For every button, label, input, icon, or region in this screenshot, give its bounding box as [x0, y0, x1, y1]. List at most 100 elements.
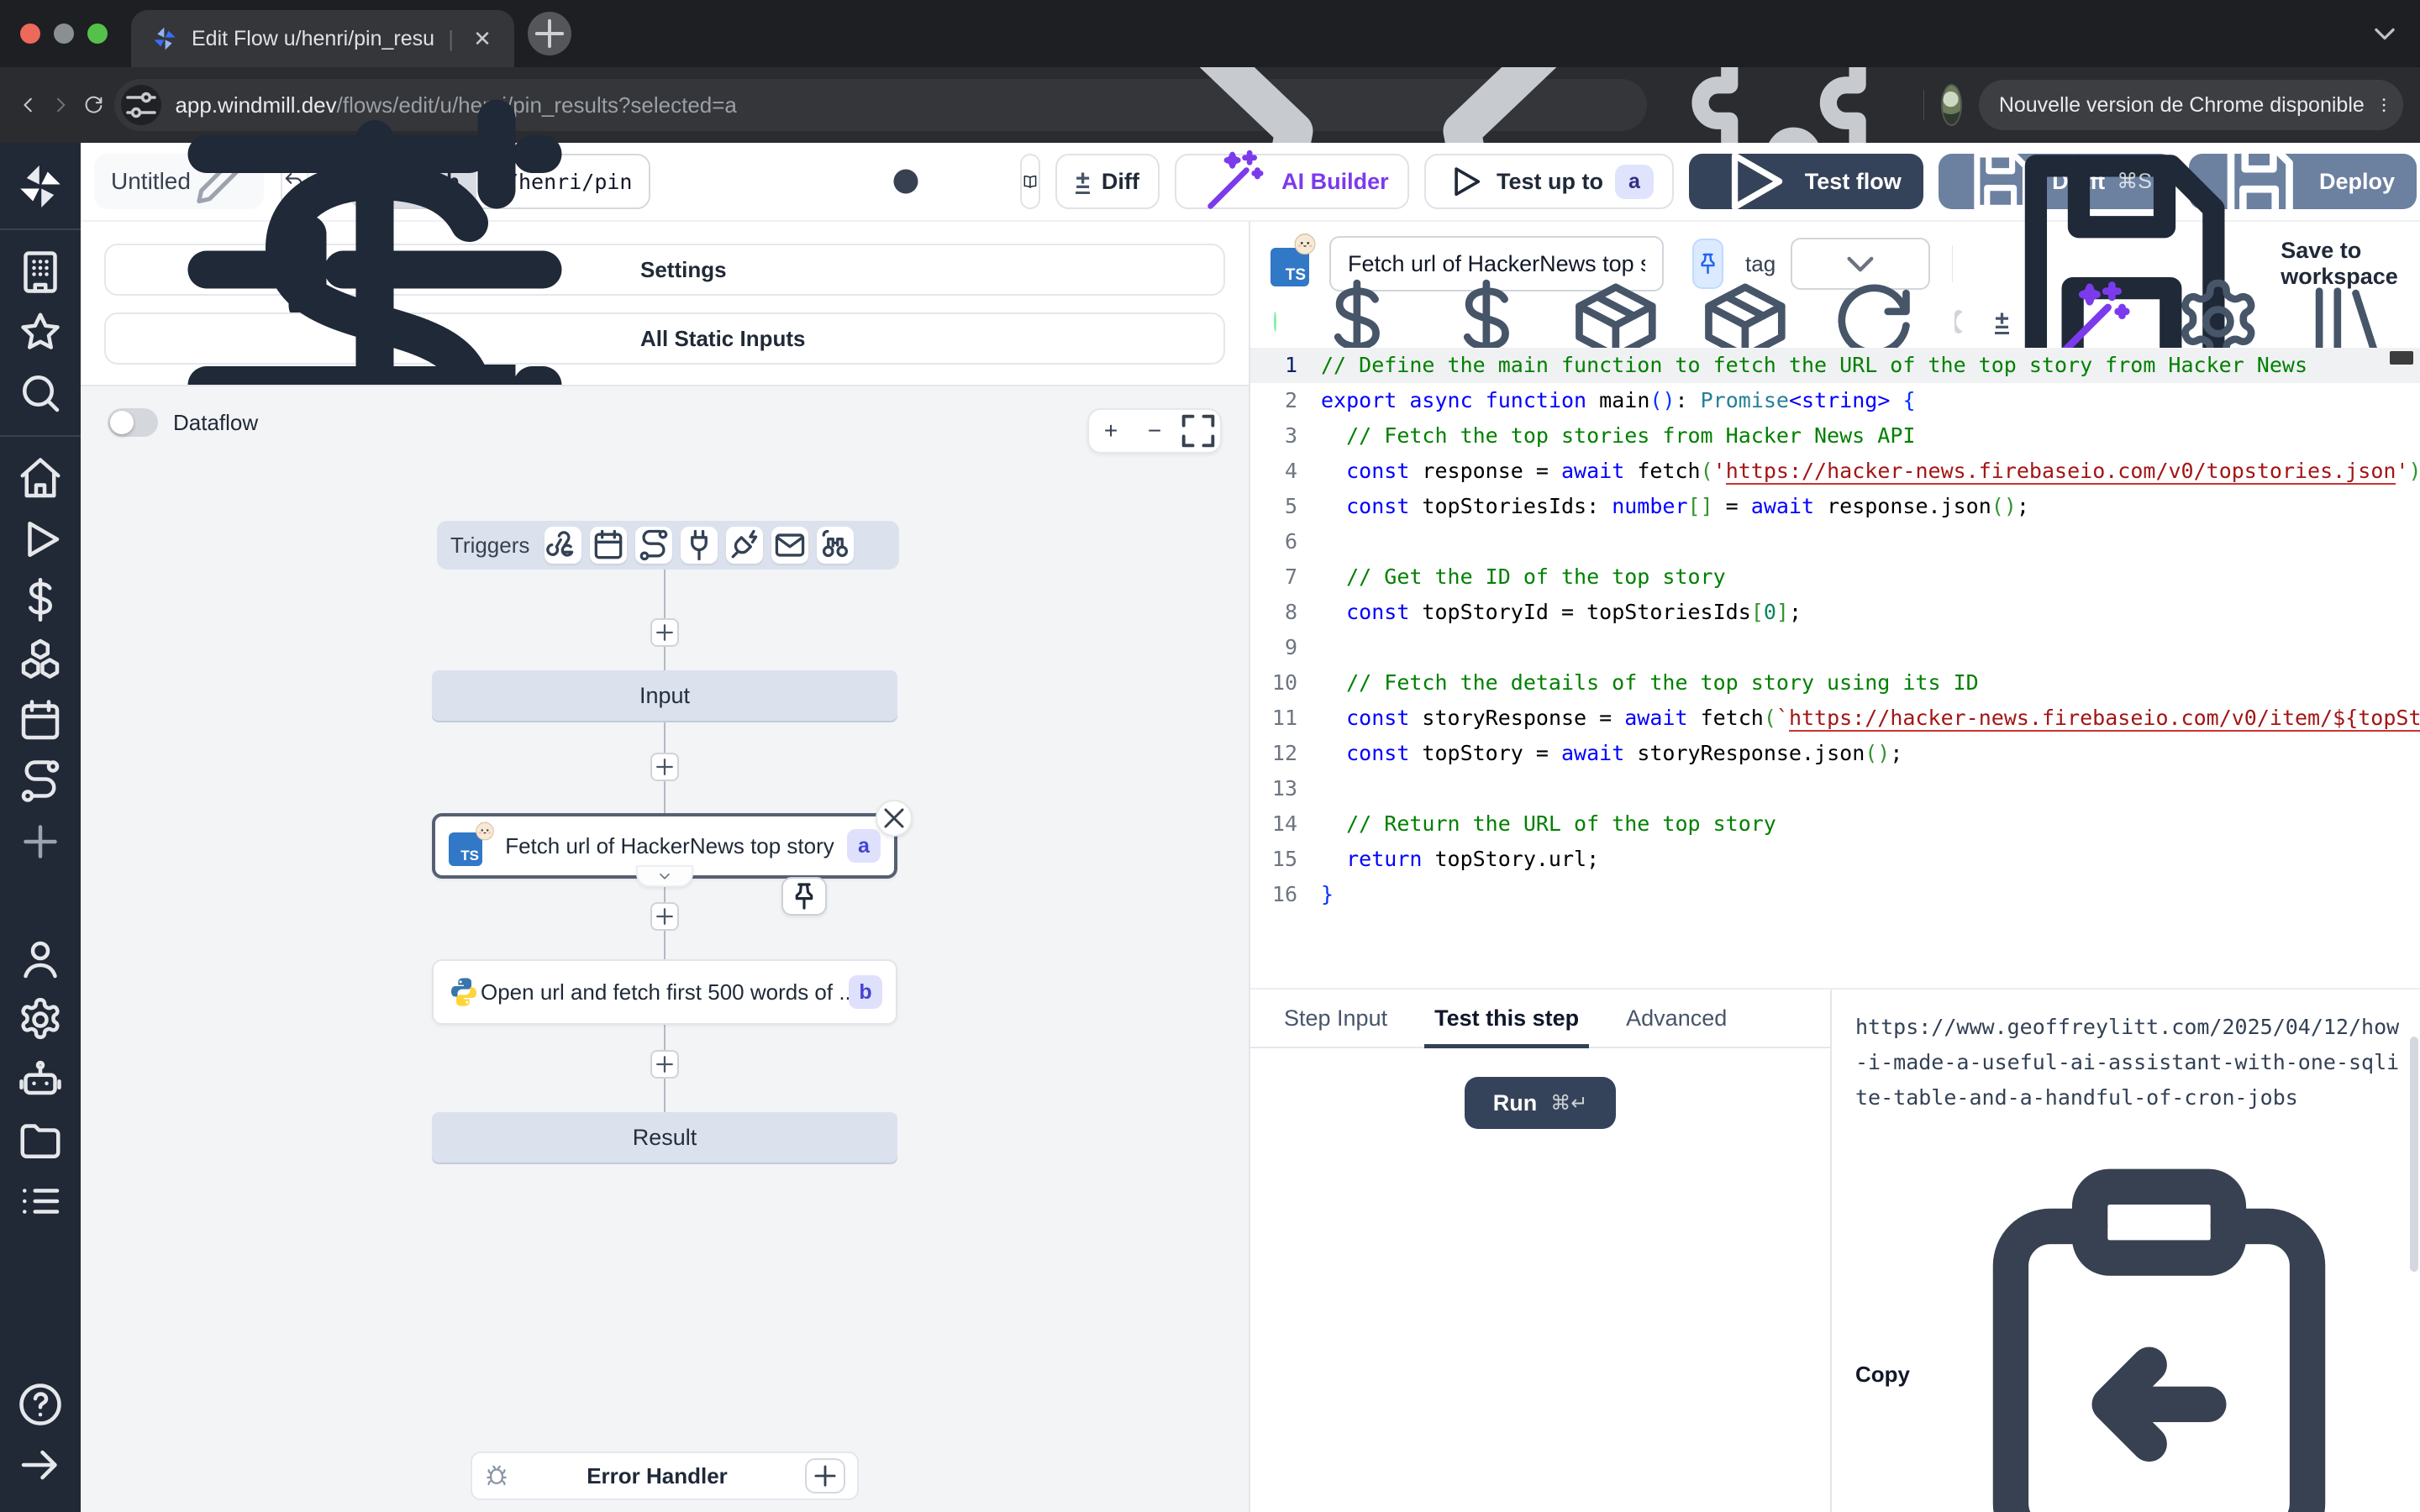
- docs-button[interactable]: [1020, 154, 1040, 209]
- new-tab-button[interactable]: [528, 12, 571, 55]
- editor-toggle[interactable]: [1954, 310, 1963, 333]
- sidebar-building-icon[interactable]: [15, 247, 66, 297]
- sidebar-help-icon[interactable]: [15, 1379, 66, 1430]
- trigger-poll-icon[interactable]: [817, 527, 854, 564]
- ai-builder-button[interactable]: AI Builder: [1175, 154, 1409, 209]
- error-handler-node[interactable]: Error Handler: [471, 1452, 859, 1500]
- step-b-title: Open url and fetch first 500 words of ..…: [481, 979, 849, 1005]
- sidebar-cubes-icon[interactable]: [15, 635, 66, 685]
- code-editor[interactable]: 1// Define the main function to fetch th…: [1250, 348, 2420, 988]
- all-static-inputs-row[interactable]: All Static Inputs: [104, 312, 1225, 365]
- trigger-calendar-icon[interactable]: [590, 527, 627, 564]
- zoom-out-button[interactable]: −: [1133, 409, 1176, 453]
- code-line[interactable]: 2export async function main(): Promise<s…: [1250, 383, 2420, 418]
- insert-step-button[interactable]: [650, 753, 679, 781]
- code-line[interactable]: 4 const response = await fetch('https://…: [1250, 454, 2420, 489]
- step-node-b[interactable]: Open url and fetch first 500 words of ..…: [432, 959, 897, 1025]
- browser-menu-icon[interactable]: [2375, 96, 2393, 114]
- code-line[interactable]: 3 // Fetch the top stories from Hacker N…: [1250, 418, 2420, 454]
- more-options-icon[interactable]: [808, 143, 1003, 222]
- collapse-step-icon[interactable]: [636, 865, 693, 887]
- code-line[interactable]: 10 // Fetch the details of the top story…: [1250, 665, 2420, 701]
- diff-mode-icon[interactable]: ±: [1995, 310, 2008, 334]
- trigger-mail-icon[interactable]: [771, 527, 808, 564]
- tab-close-icon[interactable]: ✕: [467, 24, 497, 54]
- code-line[interactable]: 14 // Return the URL of the top story: [1250, 806, 2420, 842]
- code-line[interactable]: 15 return topStory.url;: [1250, 842, 2420, 877]
- code-line[interactable]: 1// Define the main function to fetch th…: [1250, 348, 2420, 383]
- test-flow-label: Test flow: [1805, 169, 1902, 195]
- code-line[interactable]: 7 // Get the ID of the top story: [1250, 559, 2420, 595]
- add-error-handler-button[interactable]: [805, 1458, 845, 1494]
- sidebar-star-icon[interactable]: [15, 307, 66, 358]
- diff-button[interactable]: ±Diff: [1055, 154, 1159, 209]
- run-button[interactable]: Run ⌘↵: [1465, 1077, 1616, 1129]
- trigger-route-icon[interactable]: [635, 527, 672, 564]
- divider: [1923, 90, 1924, 120]
- step-pin-icon[interactable]: [781, 877, 827, 916]
- result-node[interactable]: Result: [432, 1112, 897, 1163]
- code-line[interactable]: 12 const topStory = await storyResponse.…: [1250, 736, 2420, 771]
- delete-step-icon[interactable]: [876, 800, 913, 837]
- fit-view-button[interactable]: [1176, 409, 1220, 453]
- code-text: }: [1321, 877, 2420, 912]
- code-line[interactable]: 9: [1250, 630, 2420, 665]
- sidebar-gear-icon[interactable]: [15, 995, 66, 1045]
- code-line[interactable]: 8 const topStoryId = topStoriesIds[0];: [1250, 595, 2420, 630]
- insert-step-button[interactable]: [650, 902, 679, 931]
- maximize-window-button[interactable]: [87, 24, 108, 44]
- sidebar-list-icon[interactable]: [15, 1176, 66, 1226]
- minimize-window-button[interactable]: [54, 24, 74, 44]
- trigger-plug-zap-icon[interactable]: [726, 527, 763, 564]
- code-line[interactable]: 11 const storyResponse = await fetch(`ht…: [1250, 701, 2420, 736]
- sidebar-play-icon[interactable]: [15, 514, 66, 564]
- code-line[interactable]: 5 const topStoriesIds: number[] = await …: [1250, 489, 2420, 524]
- insert-step-button[interactable]: [650, 618, 679, 647]
- sidebar-plus-dim-icon[interactable]: [15, 816, 66, 867]
- insert-step-button[interactable]: [650, 1050, 679, 1079]
- panel-scrollbar[interactable]: [2410, 1037, 2418, 1272]
- tab-advanced[interactable]: Advanced: [1626, 1005, 1727, 1047]
- clipboard-icon: [1922, 1137, 2396, 1512]
- zoom-in-button[interactable]: +: [1089, 409, 1133, 453]
- result-url[interactable]: https://www.geoffreylitt.com/2025/04/12/…: [1855, 1010, 2410, 1116]
- code-text: export async function main(): Promise<st…: [1321, 383, 2420, 418]
- code-line[interactable]: 13: [1250, 771, 2420, 806]
- code-line[interactable]: 16}: [1250, 877, 2420, 912]
- sidebar-search-icon[interactable]: [15, 368, 66, 418]
- sidebar-folder-icon[interactable]: [15, 1116, 66, 1166]
- line-number: 10: [1250, 665, 1321, 701]
- flow-canvas[interactable]: Dataflow + − Triggers: [81, 385, 1249, 1512]
- copy-button[interactable]: Copy: [1855, 1137, 2396, 1512]
- reload-icon[interactable]: [82, 81, 105, 129]
- trigger-webhook-icon[interactable]: [544, 527, 581, 564]
- dataflow-toggle[interactable]: [108, 408, 158, 437]
- sidebar-calendar-icon[interactable]: [15, 696, 66, 746]
- profile-avatar[interactable]: [1941, 84, 1962, 126]
- browser-tab[interactable]: Edit Flow u/henri/pin_results | ✕: [131, 10, 514, 67]
- preview-panel: ...9 Exit preview Override pin: [1832, 990, 2420, 1512]
- test-flow-button[interactable]: Test flow: [1689, 154, 1923, 209]
- forward-icon[interactable]: [50, 81, 72, 129]
- trigger-plug-icon[interactable]: [681, 527, 718, 564]
- sidebar-dollar-icon[interactable]: [15, 575, 66, 625]
- window-controls[interactable]: [0, 24, 131, 44]
- sidebar-arrow-right-icon[interactable]: [15, 1440, 66, 1490]
- sidebar-home-icon[interactable]: [15, 454, 66, 504]
- code-line[interactable]: 6: [1250, 524, 2420, 559]
- sidebar-robot-icon[interactable]: [15, 1055, 66, 1105]
- run-label: Run: [1493, 1090, 1537, 1116]
- back-icon[interactable]: [17, 81, 39, 129]
- test-up-to-step-badge[interactable]: a: [1615, 165, 1654, 199]
- test-up-to-button[interactable]: Test up toa: [1424, 154, 1674, 209]
- tab-step-input[interactable]: Step Input: [1284, 1005, 1387, 1047]
- triggers-node[interactable]: Triggers: [437, 521, 899, 570]
- close-window-button[interactable]: [20, 24, 40, 44]
- sidebar-user-icon[interactable]: [15, 934, 66, 984]
- step-node-a[interactable]: TS Fetch url of HackerNews top story a: [432, 813, 897, 879]
- sidebar-route-icon[interactable]: [15, 756, 66, 806]
- input-node[interactable]: Input: [432, 670, 897, 721]
- typescript-bun-icon: TS: [449, 826, 492, 866]
- tab-search-chevron-icon[interactable]: [2366, 15, 2403, 52]
- tab-test-this-step[interactable]: Test this step: [1434, 1005, 1579, 1047]
